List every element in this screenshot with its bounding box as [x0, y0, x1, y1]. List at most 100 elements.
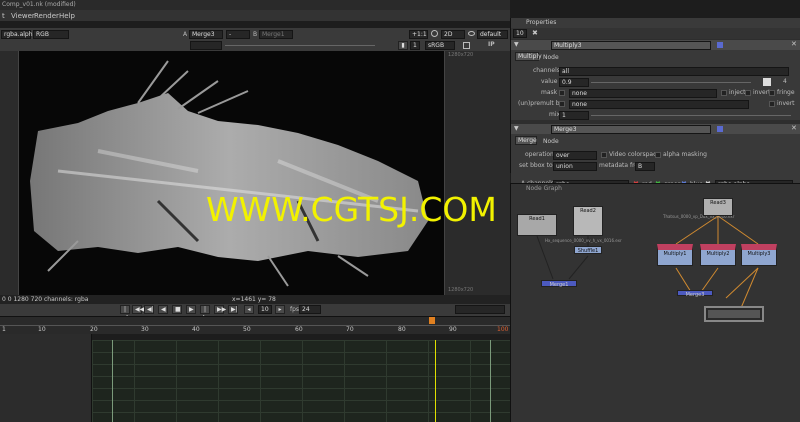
inject-checkbox[interactable]	[721, 90, 727, 96]
step-forward-button[interactable]: ▸	[275, 305, 285, 314]
current-frame-field[interactable]: 10	[258, 305, 272, 314]
node-read3[interactable]: Read3	[703, 198, 733, 216]
playback-bar: |◀ ◀◀ ◀| ◀ ■ ▶ |▶ ▶▶ ▶| ◂ 10 ▸ fps 24	[0, 304, 510, 321]
ip-icon[interactable]: IP	[488, 41, 495, 48]
last-frame-button[interactable]: ▶|	[228, 305, 238, 314]
channel-select[interactable]: rgba.alpha	[1, 30, 36, 39]
input-a-select[interactable]: Merge3	[189, 30, 223, 39]
max-panels-field[interactable]: 10	[513, 29, 527, 38]
channels-select[interactable]: all	[559, 67, 789, 76]
channels-label: channels	[533, 67, 560, 74]
multiply-node-name[interactable]: Multiply3	[551, 41, 711, 50]
timeline-ruler[interactable]: 1 10 20 30 40 50 60 70 80 90 100	[0, 316, 510, 334]
bbox-select[interactable]: union	[553, 162, 597, 171]
tab-multiply[interactable]: Multiply	[515, 52, 542, 61]
invert-label: invert	[753, 89, 771, 96]
node-color-icon[interactable]	[717, 126, 723, 132]
lut-select[interactable]: default	[477, 30, 508, 39]
invert-checkbox[interactable]	[745, 90, 751, 96]
prev-key-button[interactable]: ◀◀	[132, 305, 144, 314]
close-panel-icon[interactable]: ✕	[791, 40, 797, 48]
node-multiply2[interactable]: Multiply2	[700, 244, 736, 266]
curve-editor-sidebar	[0, 334, 92, 422]
node-read1[interactable]: Read1	[517, 214, 557, 236]
a-op-select[interactable]: -	[226, 30, 250, 39]
collapse-icon[interactable]: ▼	[514, 125, 519, 132]
menu-item-help[interactable]: Help	[59, 12, 75, 20]
viewer-canvas[interactable]: 1280x720 1280x720	[0, 51, 510, 295]
mask-select[interactable]: none	[569, 89, 717, 98]
node-shuffle[interactable]: Shuffle1	[574, 246, 602, 254]
view-mode-select[interactable]: 2D	[441, 30, 465, 39]
ruler-tick: 70	[346, 326, 354, 333]
curve-end-line	[490, 340, 491, 422]
format-info: 0 0 1280 720 channels: rgba	[2, 296, 89, 303]
eye-icon[interactable]	[468, 31, 475, 36]
node-read2[interactable]: Read2	[573, 206, 603, 236]
menu-item-render[interactable]: Render	[34, 12, 59, 20]
collapse-icon[interactable]: ▼	[514, 41, 519, 48]
mask-checkbox[interactable]	[559, 90, 565, 96]
gain-field[interactable]	[190, 41, 222, 50]
ruler-tick: 50	[243, 326, 251, 333]
first-frame-button[interactable]: |◀	[120, 305, 130, 321]
next-frame-button[interactable]: |▶	[200, 305, 210, 321]
playback-range[interactable]	[455, 305, 505, 314]
node-merge1[interactable]: Merge1	[541, 280, 577, 288]
tab-node[interactable]: Node	[543, 54, 559, 61]
frame-field[interactable]: 1	[410, 41, 420, 50]
display-lut-select[interactable]: sRGB	[425, 41, 455, 50]
metadata-select[interactable]: B	[635, 162, 655, 171]
menu-item-viewer[interactable]: Viewer	[11, 12, 35, 20]
gain-slider[interactable]	[225, 45, 375, 46]
properties-toolbar: 10 ✖	[511, 28, 800, 39]
menu-item[interactable]: t	[2, 12, 5, 20]
close-panel-icon[interactable]: ✕	[791, 124, 797, 132]
mix-slider[interactable]	[591, 115, 791, 116]
video-colorspace-checkbox[interactable]	[601, 152, 607, 158]
play-backward-button[interactable]: ◀	[158, 305, 168, 314]
mix-field[interactable]: 1	[559, 111, 589, 120]
roi-icon[interactable]	[463, 42, 470, 49]
close-all-icon[interactable]: ✖	[532, 29, 538, 37]
operation-select[interactable]: over	[553, 151, 597, 160]
node-multiply3[interactable]: Multiply3	[741, 244, 777, 266]
proxy-button[interactable]: ▮	[398, 41, 408, 50]
next-key-button[interactable]: ▶▶	[214, 305, 226, 314]
stop-button[interactable]: ■	[172, 305, 182, 314]
node-color-icon[interactable]	[717, 42, 723, 48]
merge-node-name[interactable]: Merge3	[551, 125, 711, 134]
alpha-masking-label: alpha masking	[663, 151, 707, 158]
invert2-label: invert	[777, 100, 795, 107]
value-extra: 4	[783, 78, 787, 85]
curve-start-line	[112, 340, 113, 422]
premult-select[interactable]: none	[569, 100, 749, 109]
step-back-button[interactable]: ◂	[244, 305, 254, 314]
input-b-select[interactable]: Merge1	[259, 30, 293, 39]
alpha-masking-checkbox[interactable]	[655, 152, 661, 158]
node-merge3[interactable]: Merge3	[677, 290, 713, 298]
invert2-checkbox[interactable]	[769, 101, 775, 107]
node-multiply1[interactable]: Multiply1	[657, 244, 693, 266]
fps-field[interactable]: 24	[299, 305, 321, 314]
colorspace-select[interactable]: RGB	[33, 30, 69, 39]
viewer-info-bar: 0 0 1280 720 channels: rgba x=1461 y= 78	[0, 295, 510, 304]
backdrop-node[interactable]	[704, 306, 764, 322]
playhead-marker[interactable]	[429, 317, 435, 324]
fringe-checkbox[interactable]	[769, 90, 775, 96]
viewer-toolbar: rgba.alpha RGB A Merge3 - B Merge1 +1:1 …	[0, 28, 510, 40]
tab-merge[interactable]: Merge	[515, 136, 537, 145]
zoom-select[interactable]: +1:1	[409, 30, 428, 39]
node-label: Merge1	[549, 282, 569, 288]
tab-node[interactable]: Node	[543, 138, 559, 145]
premult-checkbox[interactable]	[559, 101, 565, 107]
curve-editor[interactable]	[92, 340, 510, 422]
gear-icon[interactable]	[431, 30, 438, 37]
ruler-tick: 1	[2, 326, 6, 333]
value-slider[interactable]	[591, 82, 751, 83]
value-swatch[interactable]	[763, 78, 771, 86]
value-field[interactable]: 0.9	[559, 78, 589, 87]
play-button[interactable]: ▶	[186, 305, 196, 314]
prev-frame-button[interactable]: ◀|	[144, 305, 154, 314]
node-graph[interactable]: Node Graph Read1 Read2 Hx_sequence_0000_…	[510, 183, 800, 422]
